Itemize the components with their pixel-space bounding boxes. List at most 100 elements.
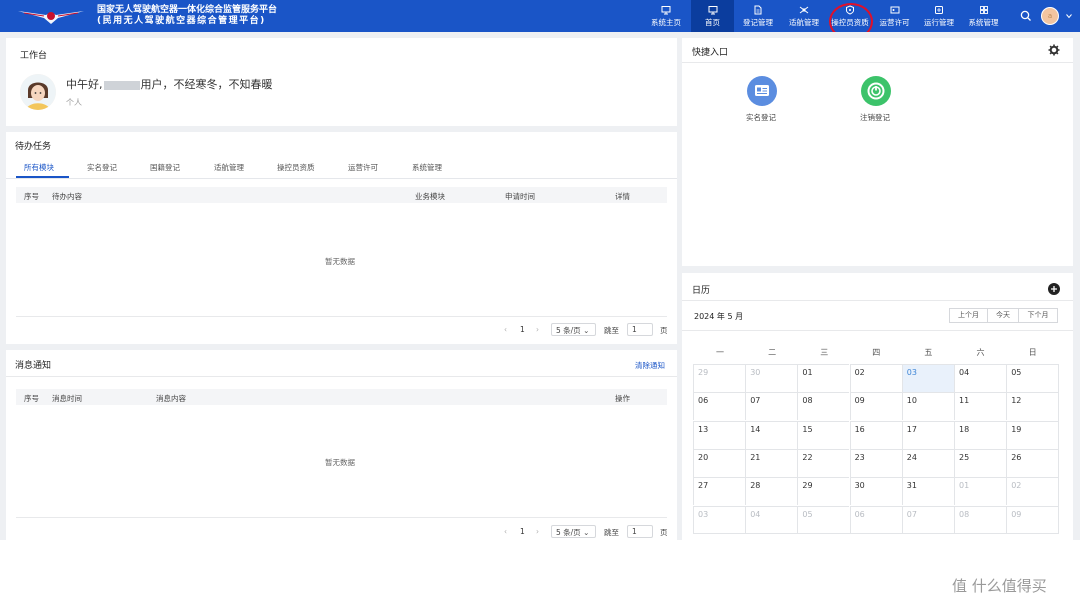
tab-operator-qualification[interactable]: 操控员资质: [277, 162, 315, 173]
calendar-day[interactable]: 15: [797, 420, 850, 449]
calendar-day[interactable]: 19: [1006, 420, 1059, 449]
next-month-button[interactable]: 下个月: [1018, 308, 1058, 323]
calendar-day[interactable]: 02: [1006, 477, 1059, 506]
calendar-header-divider: [682, 300, 1073, 301]
prev-month-button[interactable]: 上个月: [949, 308, 988, 323]
prev-page-button[interactable]: ‹: [504, 325, 507, 334]
calendar-day[interactable]: 08: [954, 505, 1006, 534]
calendar-day[interactable]: 26: [1006, 448, 1059, 477]
calendar-day[interactable]: 02: [849, 364, 902, 392]
nav-home[interactable]: 首页: [691, 0, 734, 32]
calendar-day[interactable]: 30: [849, 477, 902, 506]
platform-title: 国家无人驾驶航空器一体化综合监管服务平台: [97, 5, 278, 15]
calendar-day[interactable]: 31: [901, 477, 954, 506]
nav-label: 系统主页: [651, 17, 681, 27]
calendar-day[interactable]: 13: [693, 420, 745, 449]
goto-page-input[interactable]: 1: [627, 323, 653, 336]
monitor-icon: [708, 5, 717, 14]
calendar-day[interactable]: 10: [901, 392, 954, 421]
nav-operation-license[interactable]: 运营许可: [873, 0, 916, 32]
gear-icon: [935, 5, 943, 14]
calendar-day[interactable]: 29: [693, 364, 745, 392]
col-index: 序号: [24, 394, 39, 403]
calendar-day[interactable]: 05: [1006, 364, 1059, 392]
calendar-day[interactable]: 06: [693, 392, 745, 421]
nav-airworthiness[interactable]: 适航管理: [782, 0, 826, 32]
nav-registration[interactable]: 登记管理: [736, 0, 780, 32]
calendar-day[interactable]: 09: [1006, 505, 1059, 534]
calendar-day[interactable]: 03: [693, 505, 745, 534]
tab-operation-license[interactable]: 运营许可: [348, 162, 378, 173]
nav-label: 首页: [705, 17, 720, 27]
real-name-registration-shortcut[interactable]: [747, 76, 777, 106]
user-avatar[interactable]: a: [1041, 7, 1059, 25]
calendar-day[interactable]: 24: [901, 448, 954, 477]
calendar-day[interactable]: 07: [745, 392, 798, 421]
today-button[interactable]: 今天: [987, 308, 1019, 323]
calendar-month-label: 2024 年 5 月: [694, 312, 744, 321]
clear-notifications-link[interactable]: 清除通知: [635, 360, 665, 371]
col-message-content: 消息内容: [156, 394, 186, 403]
todo-table-header: 序号 待办内容 业务模块 申请时间 详情: [16, 187, 667, 203]
nav-system-home[interactable]: 系统主页: [643, 0, 689, 32]
next-page-button[interactable]: ›: [536, 527, 539, 536]
calendar-day[interactable]: 01: [797, 364, 850, 392]
calendar-day[interactable]: 16: [849, 420, 902, 449]
calendar-day[interactable]: 20: [693, 448, 745, 477]
gear-icon[interactable]: [1048, 44, 1060, 56]
nav-operation-management[interactable]: 运行管理: [918, 0, 960, 32]
tab-system-management[interactable]: 系统管理: [412, 162, 442, 173]
nav-system-management[interactable]: 系统管理: [961, 0, 1006, 32]
calendar-day[interactable]: 17: [901, 420, 954, 449]
calendar-day[interactable]: 29: [797, 477, 850, 506]
calendar-day[interactable]: 11: [954, 392, 1006, 421]
platform-subtitle: (民用无人驾驶航空器综合管理平台): [97, 16, 266, 26]
goto-page-input[interactable]: 1: [627, 525, 653, 538]
tab-airworthiness[interactable]: 适航管理: [214, 162, 244, 173]
calendar-day[interactable]: 21: [745, 448, 798, 477]
messages-table-header: 序号 消息时间 消息内容 操作: [16, 389, 667, 405]
prev-page-button[interactable]: ‹: [504, 527, 507, 536]
id-card-icon: [890, 6, 899, 13]
col-index: 序号: [24, 192, 39, 201]
calendar-day[interactable]: 01: [954, 477, 1006, 506]
page-size-select[interactable]: 5 条/页 ⌄: [551, 525, 596, 538]
calendar-day[interactable]: 05: [797, 505, 850, 534]
nav-label: 系统管理: [968, 17, 999, 27]
calendar-day[interactable]: 23: [849, 448, 902, 477]
tab-all-modules[interactable]: 所有模块: [24, 162, 54, 173]
calendar-day[interactable]: 04: [954, 364, 1006, 392]
tab-divider: [6, 178, 677, 179]
calendar-day[interactable]: 04: [745, 505, 798, 534]
weekday-header: 一: [716, 348, 724, 357]
calendar-day[interactable]: 12: [1006, 392, 1059, 421]
calendar-day[interactable]: 14: [745, 420, 798, 449]
deregistration-label[interactable]: 注销登记: [860, 112, 890, 123]
calendar-day[interactable]: 07: [901, 505, 954, 534]
calendar-day[interactable]: 08: [797, 392, 850, 421]
calendar-day[interactable]: 09: [849, 392, 902, 421]
calendar-day[interactable]: 22: [797, 448, 850, 477]
page-size-select[interactable]: 5 条/页 ⌄: [551, 323, 596, 336]
nav-label: 适航管理: [789, 17, 819, 27]
calendar-day-today[interactable]: 03: [901, 364, 954, 392]
weekday-header: 四: [872, 348, 881, 357]
search-icon[interactable]: [1020, 10, 1032, 22]
real-name-registration-label[interactable]: 实名登记: [746, 112, 776, 123]
tab-real-name-registration[interactable]: 实名登记: [87, 162, 117, 173]
col-module: 业务模块: [415, 192, 445, 201]
chevron-down-icon[interactable]: [1065, 12, 1073, 20]
calendar-day[interactable]: 06: [849, 505, 902, 534]
current-page[interactable]: 1: [520, 325, 525, 334]
calendar-day[interactable]: 28: [745, 477, 798, 506]
next-page-button[interactable]: ›: [536, 325, 539, 334]
deregistration-shortcut[interactable]: [861, 76, 891, 106]
calendar-day[interactable]: 27: [693, 477, 745, 506]
nav-label: 登记管理: [743, 17, 773, 27]
calendar-day[interactable]: 30: [745, 364, 798, 392]
current-page[interactable]: 1: [520, 527, 525, 536]
tab-nationality-registration[interactable]: 国籍登记: [150, 162, 180, 173]
add-event-icon[interactable]: [1048, 283, 1060, 295]
calendar-day[interactable]: 25: [954, 448, 1006, 477]
calendar-day[interactable]: 18: [954, 420, 1006, 449]
